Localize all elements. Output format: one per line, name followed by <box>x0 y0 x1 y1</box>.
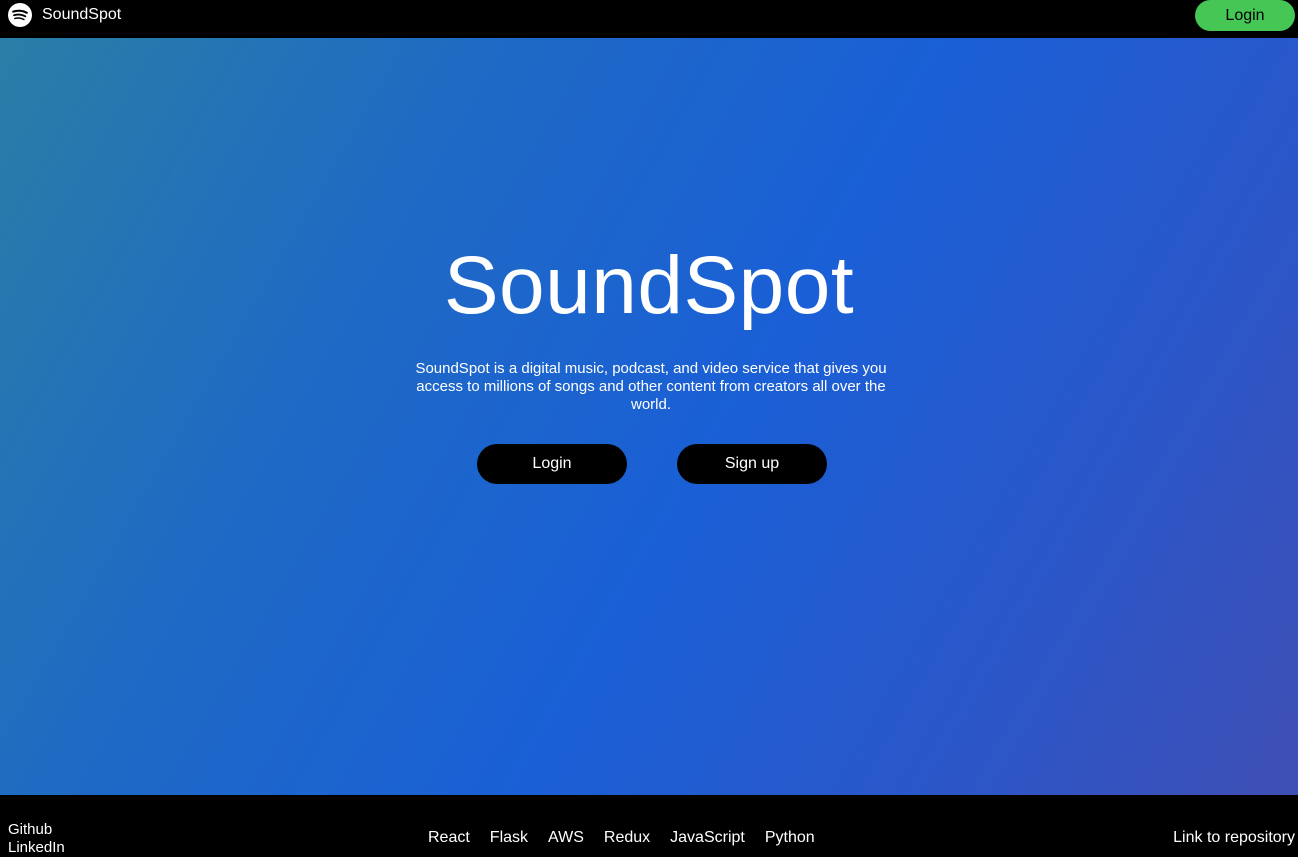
spotify-logo-icon <box>8 3 32 27</box>
top-navbar: SoundSpot Login <box>0 0 1298 38</box>
github-link[interactable]: Github <box>8 821 65 839</box>
footer: Github LinkedIn React Flask AWS Redux Ja… <box>0 795 1298 856</box>
tech-redux: Redux <box>603 829 651 846</box>
brand-name: SoundSpot <box>42 6 122 23</box>
tech-python: Python <box>764 829 815 846</box>
tech-flask: Flask <box>489 829 529 846</box>
brand-link[interactable]: SoundSpot <box>8 3 121 27</box>
tech-aws: AWS <box>548 829 584 846</box>
footer-tech-list: React Flask AWS Redux JavaScript Python <box>428 829 815 847</box>
hero-login-button[interactable]: Login <box>477 444 627 484</box>
repository-link[interactable]: Link to repository <box>1173 829 1295 847</box>
nav-login-button[interactable]: Login <box>1195 0 1295 31</box>
hero-signup-button[interactable]: Sign up <box>677 444 827 484</box>
tech-react: React <box>428 829 470 846</box>
hero-description: SoundSpot is a digital music, podcast, a… <box>415 360 887 413</box>
linkedin-link[interactable]: LinkedIn <box>8 839 65 857</box>
hero-section: SoundSpot SoundSpot is a digital music, … <box>0 38 1298 795</box>
hero-title: SoundSpot <box>443 240 855 331</box>
tech-javascript: JavaScript <box>670 829 745 846</box>
footer-social-links: Github LinkedIn <box>8 821 65 857</box>
